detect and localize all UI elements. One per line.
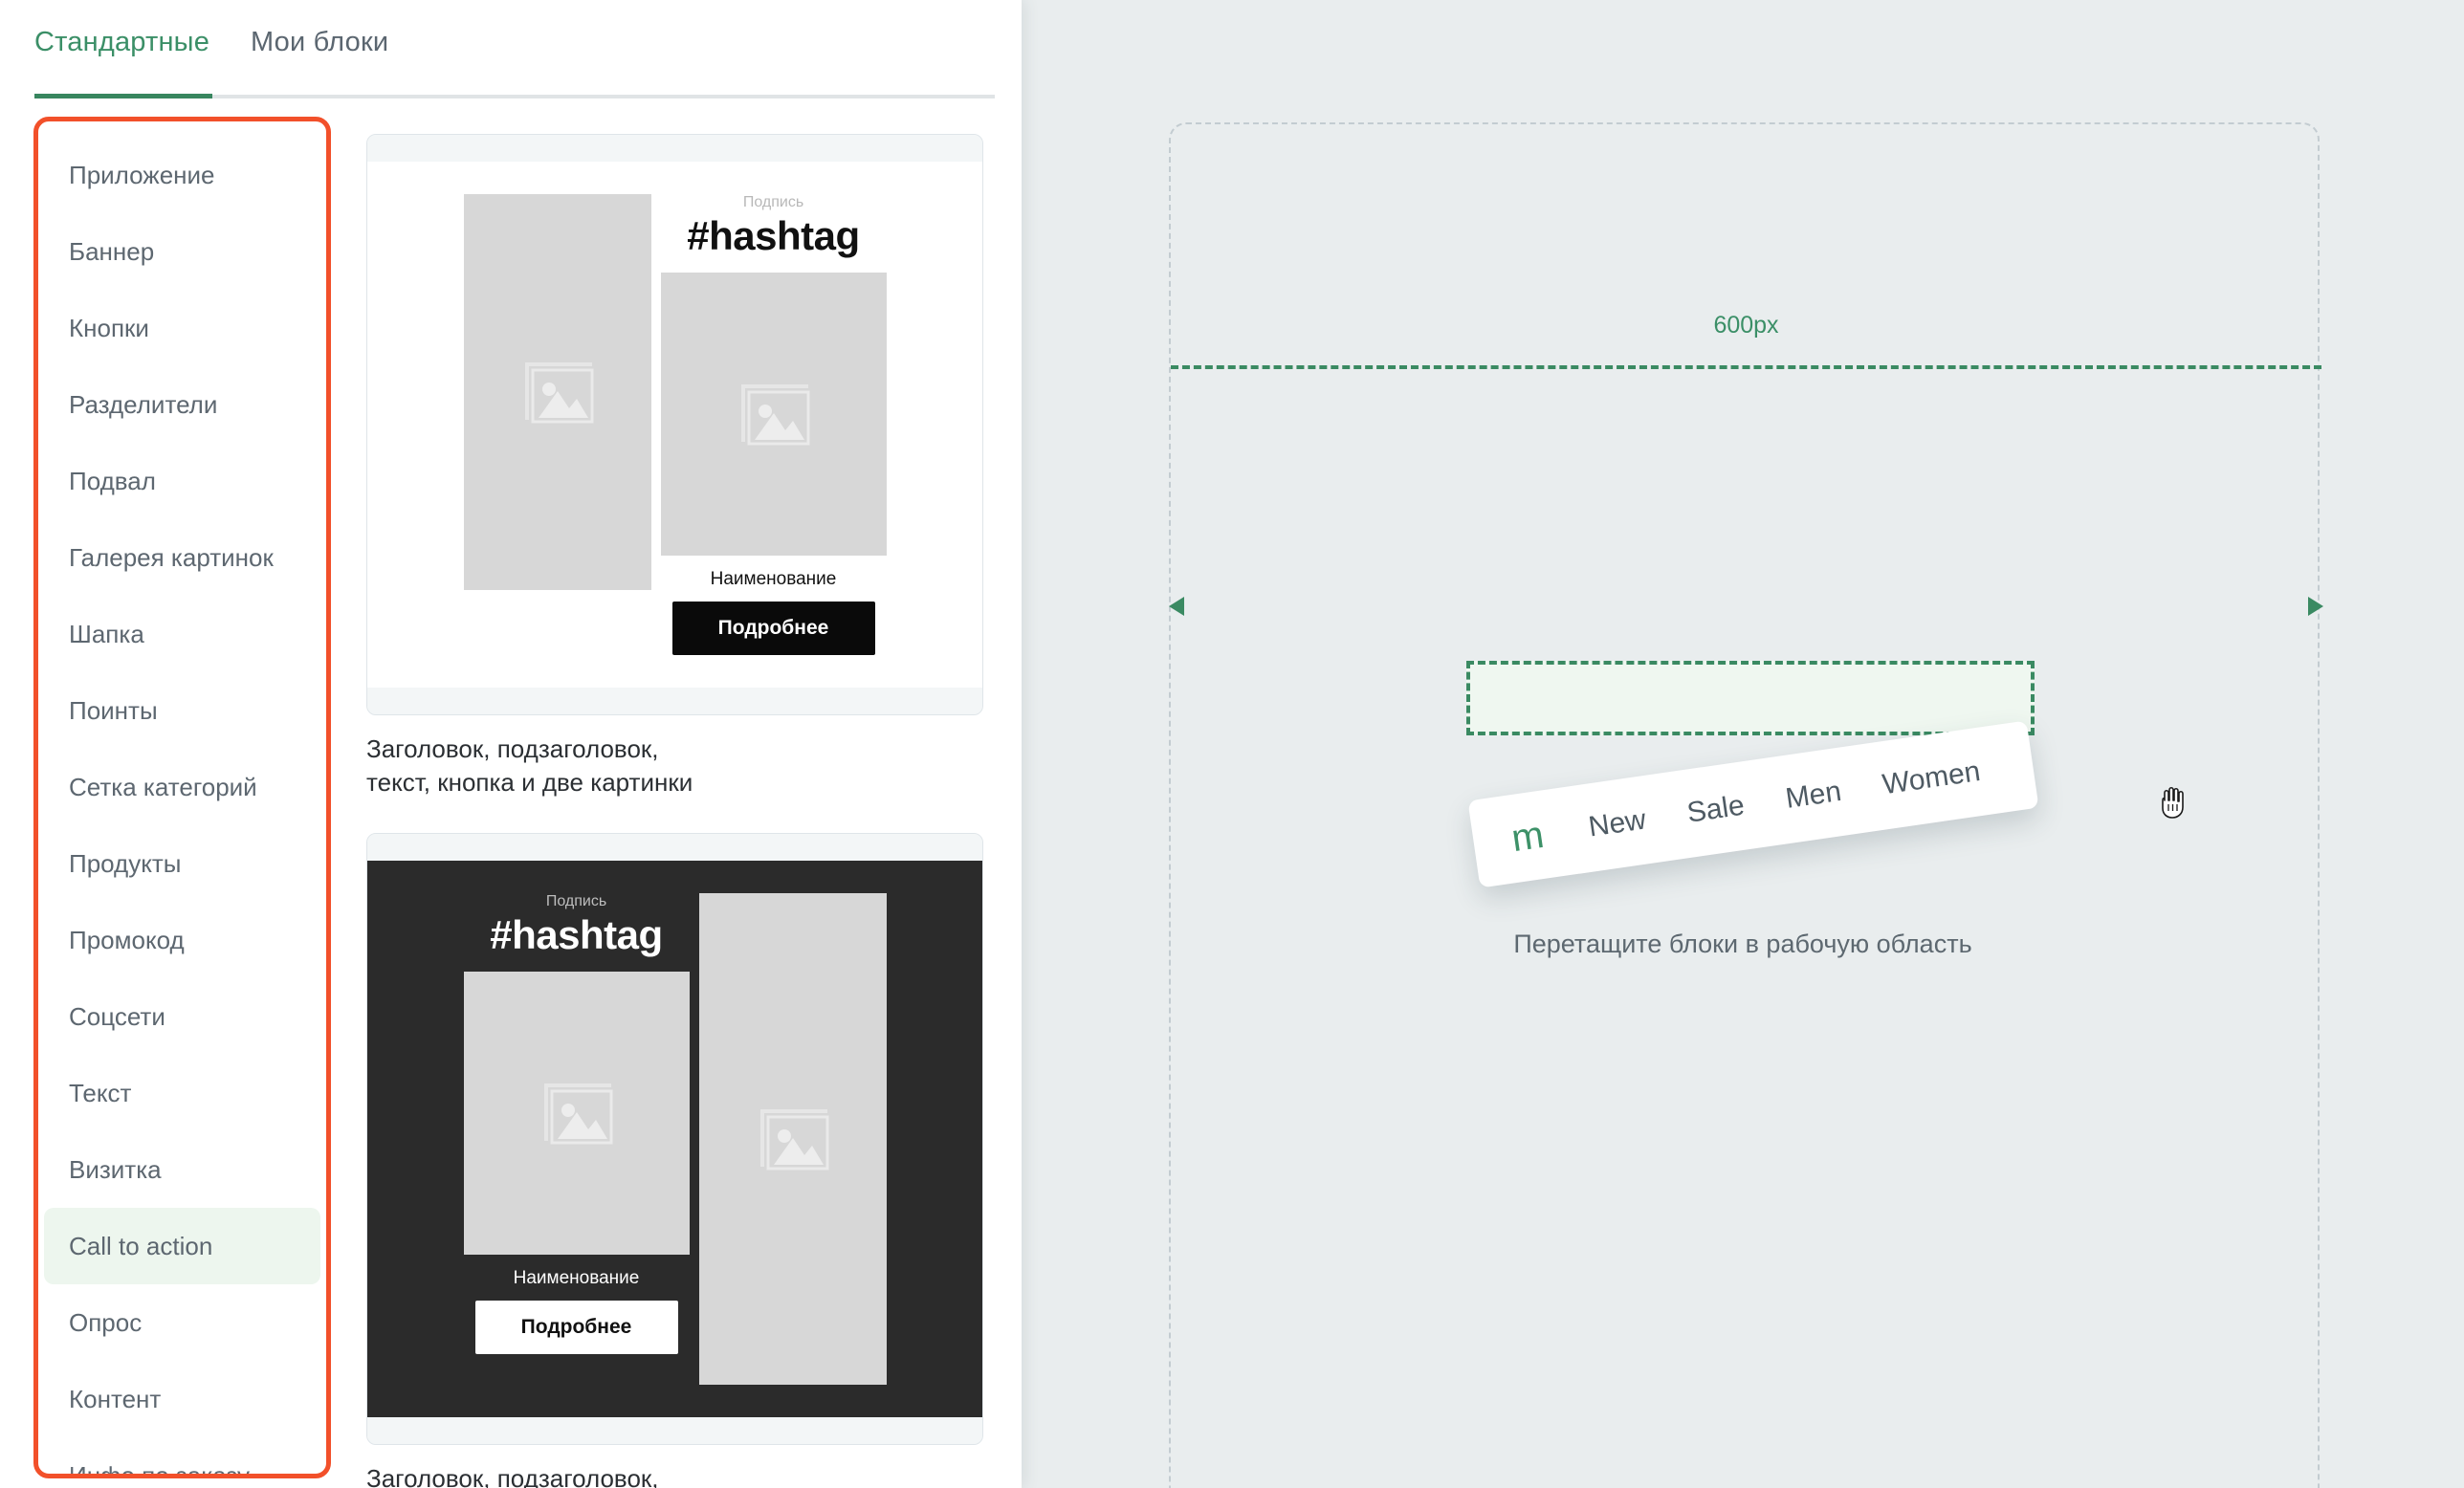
nav-item-sale[interactable]: Sale xyxy=(1685,790,1747,830)
sidebar-item-label: Галерея картинок xyxy=(69,542,274,572)
sidebar-item-label: Разделители xyxy=(69,389,218,419)
sidebar-item-tekst[interactable]: Текст xyxy=(38,1055,326,1131)
block-category-list: Приложение Баннер Кнопки Разделители Под… xyxy=(33,117,331,1478)
card-content: Подпись #hashtag Наименование Подробнее xyxy=(367,861,982,1418)
card-top-strip xyxy=(367,834,982,862)
canvas-width-label: 600px xyxy=(1713,312,1779,339)
drop-hint-text: Перетащите блоки в рабочую область xyxy=(1513,930,1972,958)
image-icon xyxy=(543,1083,612,1145)
block-preview-list: Подпись #hashtag Наименование Подробнее xyxy=(366,134,986,1488)
sidebar-item-socseti[interactable]: Соцсети xyxy=(38,978,326,1055)
sidebar-item-podval[interactable]: Подвал xyxy=(38,443,326,519)
sidebar-item-label: Call to action xyxy=(69,1231,213,1260)
sidebar-item-label: Подвал xyxy=(69,466,156,495)
image-icon xyxy=(524,362,593,424)
sidebar-item-vizitka[interactable]: Визитка xyxy=(38,1131,326,1208)
card-cta-button[interactable]: Подробнее xyxy=(671,602,875,655)
tab-my-blocks[interactable]: Мои блоки xyxy=(251,27,388,58)
sidebar-item-label: Контент xyxy=(69,1384,162,1413)
preview-card-caption: Заголовок, подзаголовок, текст, кнопка и… xyxy=(366,734,693,797)
preview-card-light[interactable]: Подпись #hashtag Наименование Подробнее xyxy=(366,134,983,715)
sidebar-item-kontent[interactable]: Контент xyxy=(38,1361,326,1437)
card-hashtag: #hashtag xyxy=(490,912,663,958)
nav-item-men[interactable]: Men xyxy=(1784,776,1844,816)
sidebar-item-razdeliteli[interactable]: Разделители xyxy=(38,366,326,443)
blocks-panel: Стандартные Мои блоки Приложение Баннер … xyxy=(0,0,1022,1488)
sidebar-item-label: Опрос xyxy=(69,1307,143,1337)
preview-card-caption: Заголовок, подзаголовок, текст, кнопка и… xyxy=(366,1464,659,1488)
image-placeholder-large xyxy=(463,194,651,590)
tab-underline-active xyxy=(34,94,212,98)
card-item-name: Наименование xyxy=(513,1268,640,1289)
image-icon xyxy=(759,1109,828,1171)
sidebar-item-label: Баннер xyxy=(69,236,155,266)
card-subtitle: Подпись xyxy=(742,194,804,210)
card-bottom-strip xyxy=(367,1417,982,1445)
sidebar-item-produkty[interactable]: Продукты xyxy=(38,825,326,902)
sidebar-item-promokod[interactable]: Промокод xyxy=(38,902,326,978)
sidebar-item-label: Инфо по заказу xyxy=(69,1460,251,1478)
card-subtitle: Подпись xyxy=(545,893,607,910)
tab-standard[interactable]: Стандартные xyxy=(34,27,209,58)
sidebar-item-label: Текст xyxy=(69,1078,132,1107)
sidebar-item-knopki[interactable]: Кнопки xyxy=(38,290,326,366)
sidebar-item-setka-kategoriy[interactable]: Сетка категорий xyxy=(38,749,326,825)
image-placeholder-small xyxy=(660,273,887,556)
card-content: Подпись #hashtag Наименование Подробнее xyxy=(367,162,982,688)
sidebar-item-shapka[interactable]: Шапка xyxy=(38,596,326,672)
canvas-width-ruler xyxy=(1169,365,2323,616)
card-item-name: Наименование xyxy=(710,569,837,589)
preview-card-dark[interactable]: Подпись #hashtag Наименование Подробнее xyxy=(366,833,983,1446)
drop-target-placeholder[interactable] xyxy=(1466,661,2035,735)
panel-tabs: Стандартные Мои блоки xyxy=(0,0,1022,98)
card-text-column: Подпись #hashtag Наименование Подробнее xyxy=(463,893,690,1355)
nav-item-women[interactable]: Women xyxy=(1881,755,1983,801)
sidebar-item-label: Визитка xyxy=(69,1154,162,1184)
ruler-arrow-left-icon xyxy=(1169,597,1184,616)
card-top-strip xyxy=(367,135,982,162)
card-hashtag: #hashtag xyxy=(687,213,860,258)
sidebar-item-label: Соцсети xyxy=(69,1001,165,1031)
sidebar-item-label: Приложение xyxy=(69,160,215,189)
sidebar-item-label: Продукты xyxy=(69,848,182,878)
sidebar-item-call-to-action[interactable]: Call to action xyxy=(44,1208,320,1284)
brand-logo: m xyxy=(1508,813,1547,861)
nav-item-new[interactable]: New xyxy=(1587,803,1648,843)
sidebar-item-prilozhenie[interactable]: Приложение xyxy=(38,137,326,213)
image-placeholder-large xyxy=(698,893,887,1386)
sidebar-item-banner[interactable]: Баннер xyxy=(38,213,326,290)
sidebar-item-label: Кнопки xyxy=(69,313,149,342)
ruler-arrow-right-icon xyxy=(2308,597,2323,616)
workspace-canvas[interactable]: 600px m New Sale Men Women Перетащите бл… xyxy=(1022,0,2464,1488)
app-root: Стандартные Мои блоки Приложение Баннер … xyxy=(0,0,2464,1488)
sidebar-item-label: Шапка xyxy=(69,619,144,648)
image-icon xyxy=(740,384,809,446)
card-cta-button[interactable]: Подробнее xyxy=(474,1301,678,1355)
sidebar-item-label: Сетка категорий xyxy=(69,772,257,801)
sidebar-item-pointy[interactable]: Поинты xyxy=(38,672,326,749)
sidebar-item-opros[interactable]: Опрос xyxy=(38,1284,326,1361)
sidebar-item-info-po-zakazu[interactable]: Инфо по заказу xyxy=(38,1437,326,1478)
sidebar-item-label: Поинты xyxy=(69,695,158,725)
card-bottom-strip xyxy=(367,688,982,714)
image-placeholder-small xyxy=(463,972,690,1256)
sidebar-item-galereya-kartinok[interactable]: Галерея картинок xyxy=(38,519,326,596)
card-text-column: Подпись #hashtag Наименование Подробнее xyxy=(660,194,887,655)
sidebar-item-label: Промокод xyxy=(69,925,185,954)
